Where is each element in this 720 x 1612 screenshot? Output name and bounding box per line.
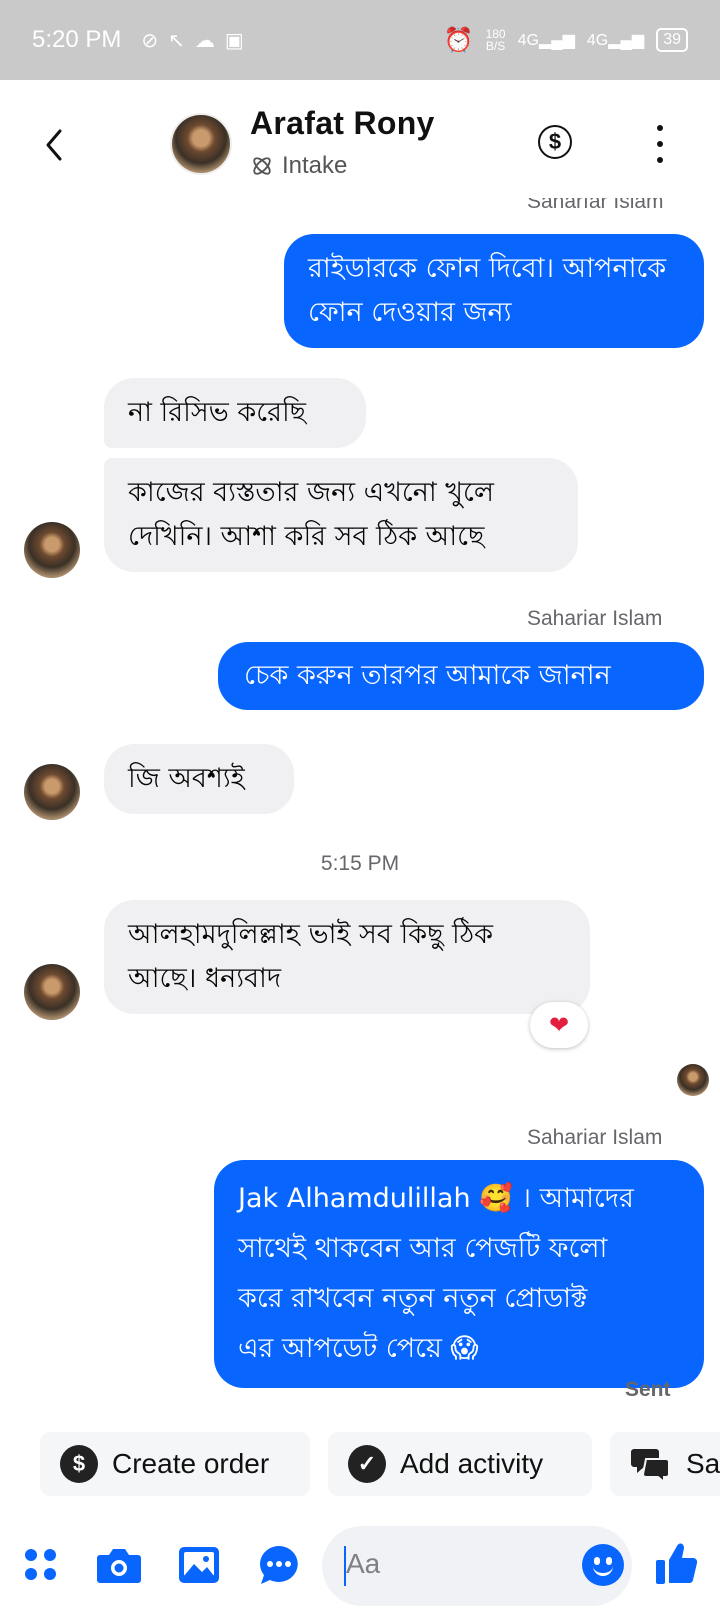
net-speed: 180 B/S xyxy=(485,27,506,53)
sender-label: Sahariar Islam xyxy=(527,1126,663,1149)
cloud-icon: ☁ xyxy=(194,28,215,52)
message-outgoing[interactable]: রাইডারকে ফোন দিবো। আপনাকে ফোন দেওয়ার জন… xyxy=(284,234,704,348)
message-outgoing[interactable]: চেক করুন তারপর আমাকে জানান xyxy=(218,642,704,710)
create-order-button[interactable]: $ Create order xyxy=(40,1432,310,1496)
contact-subtitle: Intake xyxy=(250,152,347,180)
message-composer: Aa xyxy=(0,1520,720,1612)
contact-avatar-small[interactable] xyxy=(24,764,80,820)
message-incoming[interactable]: না রিসিভ করেছি xyxy=(104,378,366,448)
chat-header: Arafat Rony Intake $ xyxy=(0,80,720,210)
message-incoming[interactable]: কাজের ব্যস্ততার জন্য এখনো খুলে দেখিনি। আ… xyxy=(104,458,578,572)
more-options-icon[interactable] xyxy=(650,125,670,163)
intake-icon xyxy=(253,157,271,175)
camera-icon[interactable] xyxy=(96,1542,142,1588)
contact-avatar-small[interactable] xyxy=(24,964,80,1020)
sender-label: Saharıar Islam xyxy=(527,198,664,213)
message-status: Sent xyxy=(625,1378,671,1401)
signal-2: 4G▂▄▆ xyxy=(586,32,645,49)
contact-name[interactable]: Arafat Rony xyxy=(250,105,435,142)
sender-label: Sahariar Islam xyxy=(527,607,663,630)
add-activity-button[interactable]: ✓ Add activity xyxy=(328,1432,592,1496)
back-arrow-icon[interactable] xyxy=(40,125,70,165)
dollar-icon: $ xyxy=(60,1445,98,1483)
heart-reaction[interactable]: ❤ xyxy=(530,1002,588,1048)
message-timestamp: 5:15 PM xyxy=(320,852,400,875)
status-time: 5:20 PM xyxy=(32,26,122,53)
battery-indicator: 39 xyxy=(656,28,688,52)
alarm-icon: ⏰ xyxy=(443,26,474,54)
saved-replies-icon xyxy=(631,1449,670,1483)
gallery-icon[interactable] xyxy=(176,1542,222,1588)
emoji-icon[interactable] xyxy=(582,1544,624,1586)
phone-icon: ↖ xyxy=(168,28,185,52)
contact-avatar-small[interactable] xyxy=(24,522,80,578)
input-placeholder: Aa xyxy=(346,1548,381,1579)
message-outgoing[interactable]: Jak Alhamdulillah 🥰 । আমাদের সাথেই থাকবে… xyxy=(214,1160,704,1388)
sim-icon: ▣ xyxy=(224,28,244,52)
contact-avatar[interactable] xyxy=(170,113,232,175)
payment-icon[interactable]: $ xyxy=(538,125,572,159)
message-incoming[interactable]: আলহামদুলিল্লাহ ভাই সব কিছু ঠিক আছে। ধন্য… xyxy=(104,900,590,1014)
saved-replies-button[interactable]: Sa xyxy=(610,1432,720,1496)
chat-bubble-icon[interactable] xyxy=(256,1542,302,1588)
message-incoming[interactable]: জি অবশ্যই xyxy=(104,744,294,814)
status-bar: 5:20 PM ⊘ ↖ ☁ ▣ ⏰ 180 B/S 4G▂▄▆ 4G▂▄▆ 39 xyxy=(0,0,720,80)
thumbs-up-icon[interactable] xyxy=(652,1538,700,1588)
dnd-icon: ⊘ xyxy=(141,28,159,52)
signal-1: 4G▂▄▆ xyxy=(517,32,575,49)
check-circle-icon: ✓ xyxy=(348,1445,386,1483)
seen-avatar xyxy=(677,1064,709,1096)
apps-grid-icon[interactable] xyxy=(20,1542,66,1588)
